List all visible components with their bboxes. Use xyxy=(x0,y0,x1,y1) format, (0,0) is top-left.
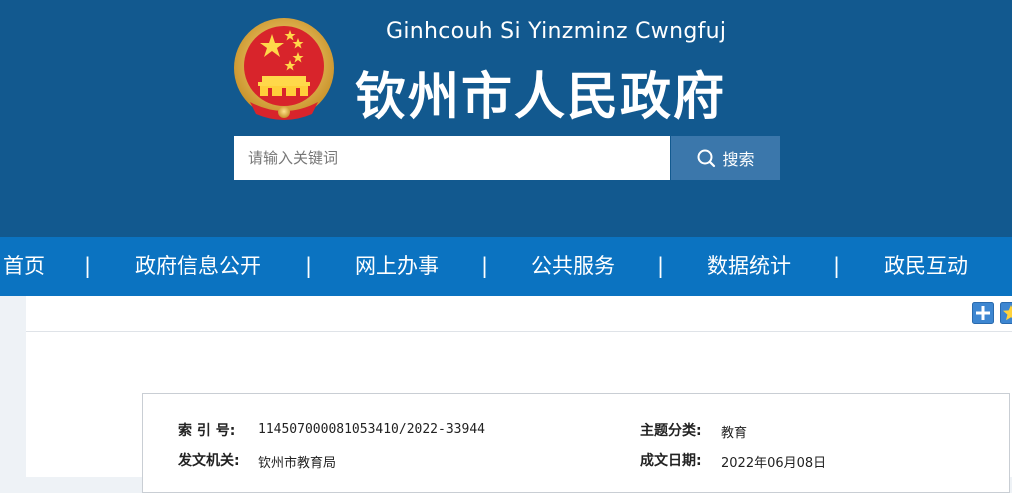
nav-separator: | xyxy=(305,237,312,296)
site-title: 钦州市人民政府 xyxy=(355,55,755,129)
issuer-label: 发文机关: xyxy=(178,450,240,470)
index-number-label: 索 引 号: xyxy=(178,420,235,440)
date-value: 2022年06月08日 xyxy=(721,452,826,471)
nav-item-interaction[interactable]: 政民互动 xyxy=(884,237,968,296)
issuer-value: 钦州市教育局 xyxy=(258,452,336,471)
topic-value: 教育 xyxy=(721,422,747,441)
plus-icon[interactable] xyxy=(972,302,994,324)
nav-item-public-service[interactable]: 公共服务 xyxy=(531,237,615,296)
nav-separator: | xyxy=(833,237,840,296)
topic-label: 主题分类: xyxy=(640,420,702,440)
nav-separator: | xyxy=(481,237,488,296)
date-label: 成文日期: xyxy=(640,450,702,470)
nav-item-home[interactable]: 首页 xyxy=(3,237,45,296)
national-emblem-icon xyxy=(232,16,336,126)
search-input[interactable] xyxy=(234,136,670,180)
site-pinyin-name: Ginhcouh Si Yinzminz Cwngfuj xyxy=(386,19,716,44)
document-info-box: 索 引 号: 114507000081053410/2022-33944 主题分… xyxy=(142,393,1010,493)
search-button[interactable]: 搜索 xyxy=(671,136,780,180)
nav-item-gov-info[interactable]: 政府信息公开 xyxy=(135,237,261,296)
nav-item-online-service[interactable]: 网上办事 xyxy=(355,237,439,296)
index-number-value: 114507000081053410/2022-33944 xyxy=(258,422,485,437)
star-icon[interactable] xyxy=(1000,302,1012,324)
nav-separator: | xyxy=(657,237,664,296)
search-button-label: 搜索 xyxy=(722,146,754,170)
nav-item-statistics[interactable]: 数据统计 xyxy=(707,237,791,296)
nav-separator: | xyxy=(84,237,91,296)
search-icon xyxy=(696,148,716,168)
site-header: Ginhcouh Si Yinzminz Cwngfuj 钦州市人民政府 搜索 xyxy=(0,0,1012,237)
main-nav: 首页 | 政府信息公开 | 网上办事 | 公共服务 | 数据统计 | 政民互动 xyxy=(0,237,1012,296)
